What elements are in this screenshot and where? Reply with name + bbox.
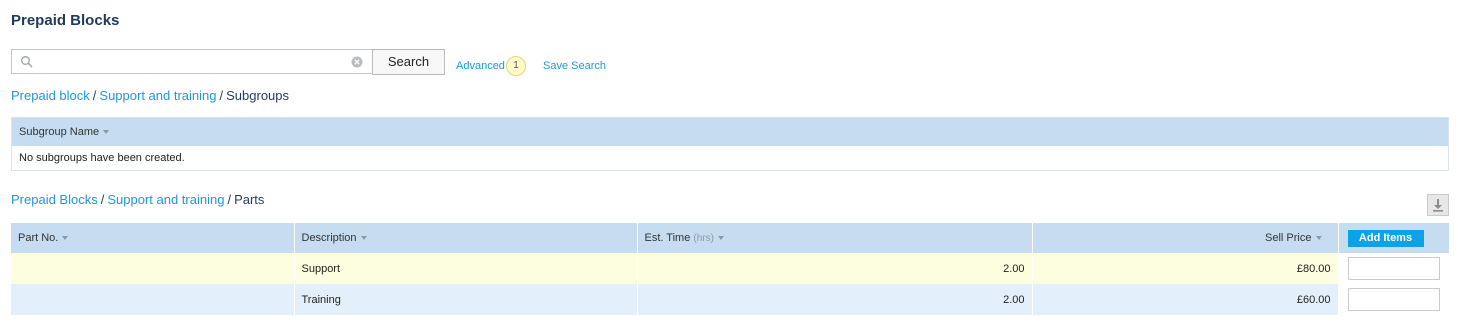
breadcrumb-current-parts: Parts — [234, 192, 265, 207]
parts-breadcrumb: Prepaid Blocks / Support and training / Part… — [11, 192, 264, 207]
est-time-cell: 2.00 — [637, 253, 1033, 284]
sort-down-icon — [103, 130, 110, 135]
search-icon — [21, 56, 33, 68]
sell-price-cell: £80.00 — [1032, 253, 1339, 284]
description-column-header[interactable]: Description — [294, 223, 638, 253]
est-time-column-header[interactable]: Est. Time (hrs) — [637, 223, 1033, 253]
search-input[interactable] — [40, 53, 344, 73]
description-cell: Training — [294, 284, 638, 315]
part-no-column-header[interactable]: Part No. — [11, 223, 295, 253]
advanced-filter-count-badge: 1 — [506, 56, 526, 76]
breadcrumb-support-and-training[interactable]: Support and training — [107, 192, 224, 207]
est-time-cell: 2.00 — [637, 284, 1033, 315]
search-button[interactable]: Search — [372, 49, 445, 75]
sell-price-cell: £60.00 — [1032, 284, 1339, 315]
est-time-header-label: Est. Time — [644, 232, 691, 244]
subgroup-name-column-header[interactable]: Subgroup Name — [12, 118, 1448, 146]
subgroups-table: Subgroup Name No subgroups have been cre… — [11, 117, 1449, 171]
search-box[interactable] — [11, 49, 372, 74]
add-items-button[interactable]: Add Items — [1347, 229, 1424, 247]
subgroups-empty-message: No subgroups have been created. — [12, 146, 1448, 170]
sell-price-column-header[interactable]: Sell Price — [1032, 223, 1339, 253]
part-no-header-label: Part No. — [18, 232, 59, 244]
quantity-cell — [1338, 284, 1450, 315]
breadcrumb-separator: / — [92, 88, 97, 103]
save-search-link[interactable]: Save Search — [543, 60, 606, 72]
parts-table: Part No. Description Est. Time (hrs) Sel… — [11, 223, 1450, 315]
description-cell: Support — [294, 253, 638, 284]
quantity-input[interactable] — [1347, 288, 1440, 311]
breadcrumb-prepaid-block[interactable]: Prepaid block — [11, 88, 90, 103]
sort-down-icon — [360, 236, 367, 241]
breadcrumb-prepaid-blocks[interactable]: Prepaid Blocks — [11, 192, 98, 207]
sell-price-header-label: Sell Price — [1265, 232, 1312, 244]
breadcrumb-support-and-training[interactable]: Support and training — [99, 88, 216, 103]
export-download-button[interactable] — [1427, 194, 1449, 216]
subgroup-name-header-label: Subgroup Name — [19, 126, 100, 138]
download-icon — [1433, 199, 1443, 212]
breadcrumb-separator: / — [100, 192, 105, 207]
table-row: Support 2.00 £80.00 — [11, 253, 1450, 284]
advanced-search-link[interactable]: Advanced — [456, 60, 505, 72]
subgroups-breadcrumb: Prepaid block / Support and training / Subgr… — [11, 88, 289, 103]
sort-down-icon — [717, 236, 724, 241]
table-row: Training 2.00 £60.00 — [11, 284, 1450, 315]
description-header-label: Description — [301, 232, 357, 244]
part-no-cell — [11, 253, 295, 284]
add-items-header: Add Items — [1338, 223, 1450, 253]
prepaid-blocks-page: Prepaid Blocks Search Advanced 1 Save Se… — [0, 0, 1458, 329]
sort-down-icon — [62, 236, 69, 241]
quantity-input[interactable] — [1347, 257, 1440, 280]
breadcrumb-separator: / — [227, 192, 232, 207]
page-title: Prepaid Blocks — [11, 12, 120, 29]
est-time-unit-hint: (hrs) — [693, 233, 714, 244]
sort-down-icon — [1315, 236, 1322, 241]
quantity-cell — [1338, 253, 1450, 284]
breadcrumb-separator: / — [219, 88, 224, 103]
part-no-cell — [11, 284, 295, 315]
breadcrumb-current-subgroups: Subgroups — [226, 88, 290, 103]
clear-search-icon[interactable] — [351, 56, 363, 68]
